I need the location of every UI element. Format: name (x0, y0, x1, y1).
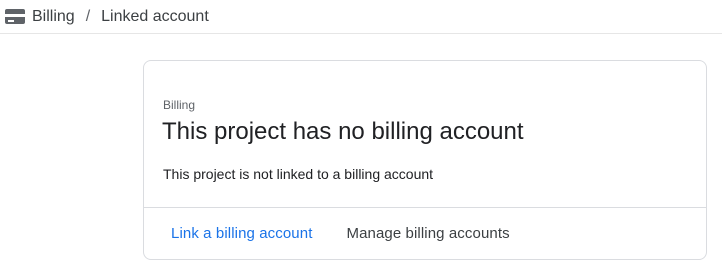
breadcrumb-current-page: Linked account (101, 7, 209, 25)
manage-billing-accounts-button[interactable]: Manage billing accounts (333, 218, 522, 250)
breadcrumb-separator: / (85, 7, 91, 25)
breadcrumb: Billing / Linked account (0, 0, 722, 34)
card-description: This project is not linked to a billing … (163, 166, 434, 182)
card-actions: Link a billing account Manage billing ac… (144, 208, 706, 259)
billing-status-card: Billing This project has no billing acco… (143, 60, 707, 260)
link-billing-account-button[interactable]: Link a billing account (158, 218, 325, 250)
card-eyebrow-label: Billing (163, 98, 196, 112)
breadcrumb-billing-link[interactable]: Billing (32, 7, 75, 27)
card-title: This project has no billing account (162, 118, 524, 145)
billing-card-icon (5, 9, 25, 24)
